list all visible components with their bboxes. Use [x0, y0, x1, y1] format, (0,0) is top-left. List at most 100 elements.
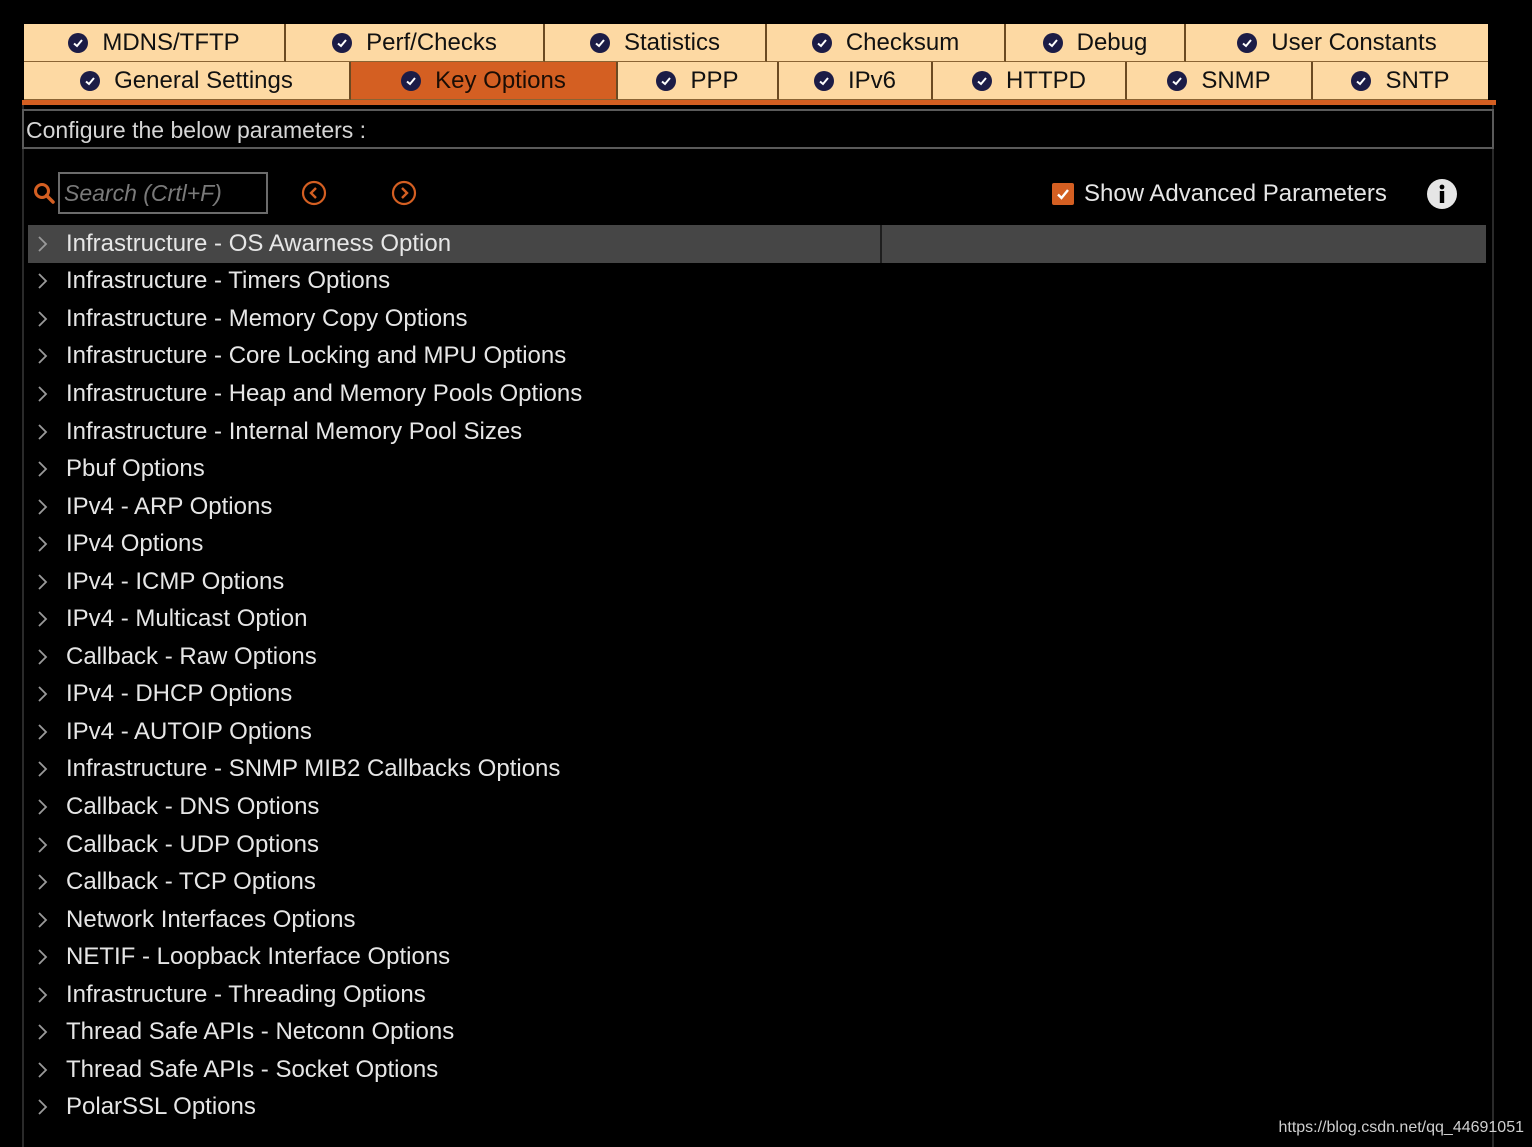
tab-label: HTTPD: [1006, 66, 1086, 94]
tab-statistics[interactable]: Statistics: [545, 24, 767, 62]
chevron-right-icon[interactable]: [36, 385, 50, 403]
tree-row-label: Infrastructure - Memory Copy Options: [66, 304, 468, 332]
chevron-right-icon[interactable]: [36, 948, 50, 966]
tree-row[interactable]: IPv4 Options: [28, 525, 1486, 563]
tree-row-label: NETIF - Loopback Interface Options: [66, 943, 451, 971]
chevron-right-icon[interactable]: [36, 1023, 50, 1041]
chevron-right-icon[interactable]: [36, 498, 50, 516]
check-circle-icon: [589, 32, 610, 53]
tree-row[interactable]: Callback - Raw Options: [28, 638, 1486, 676]
tree-row[interactable]: Infrastructure - Heap and Memory Pools O…: [28, 375, 1486, 413]
chevron-right-icon[interactable]: [36, 1061, 50, 1079]
tree-row[interactable]: IPv4 - AUTOIP Options: [28, 713, 1486, 751]
chevron-right-icon[interactable]: [36, 347, 50, 365]
chevron-right-icon[interactable]: [36, 836, 50, 854]
chevron-right-icon[interactable]: [36, 610, 50, 628]
tree-row-label: Callback - Raw Options: [66, 642, 317, 670]
tree-row[interactable]: IPv4 - ARP Options: [28, 488, 1486, 526]
tab-row-2: General Settings Key Options PPP IPv6 HT…: [24, 62, 1488, 100]
tab-label: SNTP: [1385, 66, 1450, 94]
chevron-right-icon[interactable]: [36, 648, 50, 666]
tab-httpd[interactable]: HTTPD: [933, 62, 1127, 100]
chevron-right-icon[interactable]: [36, 911, 50, 929]
tree-row-label: Infrastructure - Internal Memory Pool Si…: [66, 417, 523, 445]
search-icon: [34, 183, 55, 204]
tree-row[interactable]: NETIF - Loopback Interface Options: [28, 938, 1486, 976]
chevron-right-icon[interactable]: [36, 798, 50, 816]
tree-row[interactable]: Pbuf Options: [28, 450, 1486, 488]
tree-row-label: Infrastructure - Core Locking and MPU Op…: [66, 342, 567, 370]
tree-row-label: Infrastructure - Heap and Memory Pools O…: [66, 379, 583, 407]
chevron-right-icon[interactable]: [36, 573, 50, 591]
tree-row-label: Thread Safe APIs - Netconn Options: [66, 1018, 455, 1046]
tab-label: Debug: [1076, 28, 1148, 56]
tab-perf-checks[interactable]: Perf/Checks: [286, 24, 545, 62]
tree-row[interactable]: Infrastructure - Core Locking and MPU Op…: [28, 338, 1486, 376]
tree-row[interactable]: Thread Safe APIs - Socket Options: [28, 1051, 1486, 1089]
panel-border-right: [1492, 105, 1494, 1147]
tree-row[interactable]: Thread Safe APIs - Netconn Options: [28, 1013, 1486, 1051]
tree-row[interactable]: Network Interfaces Options: [28, 901, 1486, 939]
tab-label: Perf/Checks: [366, 28, 497, 56]
tab-debug[interactable]: Debug: [1006, 24, 1186, 62]
tree-row[interactable]: Infrastructure - OS Awarness Option: [28, 225, 1486, 263]
check-circle-icon: [80, 70, 101, 91]
tree-row[interactable]: Callback - UDP Options: [28, 826, 1486, 864]
tree-row[interactable]: Infrastructure - Internal Memory Pool Si…: [28, 413, 1486, 451]
tab-bar: MDNS/TFTP Perf/Checks Statistics Checksu…: [24, 24, 1488, 100]
tab-underline: [22, 100, 1496, 105]
chevron-right-icon[interactable]: [36, 723, 50, 741]
search-input[interactable]: [58, 172, 268, 214]
tree-row[interactable]: Infrastructure - Memory Copy Options: [28, 300, 1486, 338]
chevron-right-icon[interactable]: [36, 235, 50, 253]
chevron-right-icon[interactable]: [36, 272, 50, 290]
check-circle-icon: [1237, 32, 1258, 53]
tree-row[interactable]: PolarSSL Options: [28, 1089, 1486, 1127]
chevron-right-icon[interactable]: [36, 535, 50, 553]
tab-general-settings[interactable]: General Settings: [24, 62, 351, 100]
tab-snmp[interactable]: SNMP: [1127, 62, 1313, 100]
tab-ppp[interactable]: PPP: [618, 62, 779, 100]
tree-row[interactable]: Infrastructure - Threading Options: [28, 976, 1486, 1014]
tree-row[interactable]: IPv4 - ICMP Options: [28, 563, 1486, 601]
tab-label: IPv6: [847, 66, 897, 94]
tab-label: SNMP: [1201, 66, 1271, 94]
tab-ipv6[interactable]: IPv6: [779, 62, 933, 100]
watermark: https://blog.csdn.net/qq_44691051: [1278, 1119, 1524, 1136]
tab-mdns-tftp[interactable]: MDNS/TFTP: [24, 24, 286, 62]
show-advanced-checkbox[interactable]: [1052, 183, 1074, 205]
tab-label: MDNS/TFTP: [102, 28, 240, 56]
tree-row[interactable]: Callback - DNS Options: [28, 788, 1486, 826]
tree-row[interactable]: IPv4 - Multicast Option: [28, 600, 1486, 638]
tab-sntp[interactable]: SNTP: [1313, 62, 1488, 100]
info-icon[interactable]: [1426, 178, 1458, 210]
tab-checksum[interactable]: Checksum: [767, 24, 1006, 62]
chevron-right-icon[interactable]: [36, 873, 50, 891]
check-circle-icon: [972, 70, 992, 91]
parameter-tree: Infrastructure - OS Awarness Option Infra…: [28, 225, 1486, 1126]
tab-label: Checksum: [845, 28, 960, 56]
chevron-right-icon[interactable]: [36, 460, 50, 478]
tree-row-label: Infrastructure - OS Awarness Option: [66, 229, 452, 257]
chevron-right-icon[interactable]: [36, 685, 50, 703]
tree-row-label: Callback - DNS Options: [66, 792, 320, 820]
chevron-right-icon[interactable]: [36, 310, 50, 328]
tree-row[interactable]: IPv4 - DHCP Options: [28, 676, 1486, 714]
chevron-right-icon[interactable]: [36, 760, 50, 778]
tab-user-constants[interactable]: User Constants: [1186, 24, 1488, 62]
tab-key-options[interactable]: Key Options: [351, 62, 618, 100]
tree-row[interactable]: Infrastructure - SNMP MIB2 Callbacks Opt…: [28, 751, 1486, 789]
show-advanced-label[interactable]: Show Advanced Parameters: [1084, 180, 1387, 208]
tree-row-label: IPv4 - Multicast Option: [66, 605, 308, 633]
tree-row-label: Infrastructure - Threading Options: [66, 980, 426, 1008]
check-circle-icon: [332, 32, 353, 53]
next-result-button[interactable]: [391, 180, 417, 206]
check-circle-icon: [811, 32, 832, 53]
check-circle-icon: [68, 32, 89, 53]
chevron-right-icon[interactable]: [36, 1098, 50, 1116]
chevron-right-icon[interactable]: [36, 423, 50, 441]
tree-row[interactable]: Callback - TCP Options: [28, 863, 1486, 901]
previous-result-button[interactable]: [301, 180, 327, 206]
chevron-right-icon[interactable]: [36, 986, 50, 1004]
tree-row[interactable]: Infrastructure - Timers Options: [28, 263, 1486, 301]
